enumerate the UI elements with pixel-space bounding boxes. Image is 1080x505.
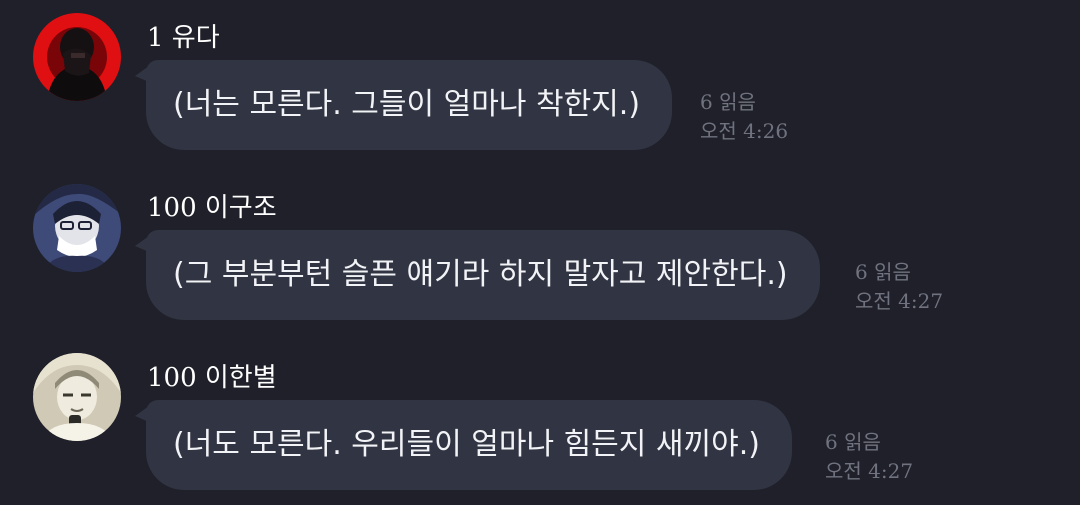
message-time: 오전 4:27 [855, 289, 944, 313]
avatar-blue-glasses-figure-icon [33, 184, 121, 272]
sender-name: 100 이구조 [147, 193, 277, 223]
chat-message-list[interactable]: 1 유다 (너는 모른다. 그들이 얼마나 착한지.) 6 읽음 오전 4:26… [0, 0, 1080, 505]
sender-avatar[interactable] [33, 184, 121, 272]
message-bubble[interactable]: (너도 모른다. 우리들이 얼마나 힘든지 새끼야.) [135, 400, 792, 490]
sender-avatar[interactable] [33, 13, 121, 101]
avatar-sketch-figure-icon [33, 353, 121, 441]
read-count: 6 읽음 [825, 430, 881, 454]
read-count: 6 읽음 [855, 260, 911, 284]
message-time: 오전 4:27 [825, 459, 914, 483]
message-time: 오전 4:26 [700, 119, 789, 143]
read-count: 6 읽음 [700, 90, 756, 114]
sender-name: 100 이한별 [147, 363, 277, 393]
message-bubble[interactable]: (그 부분부턴 슬픈 얘기라 하지 말자고 제안한다.) [135, 230, 820, 320]
sender-avatar[interactable] [33, 353, 121, 441]
message-bubble[interactable]: (너는 모른다. 그들이 얼마나 착한지.) [134, 60, 673, 150]
avatar-dark-red-figure-icon [33, 13, 121, 101]
sender-name: 1 유다 [147, 23, 220, 53]
